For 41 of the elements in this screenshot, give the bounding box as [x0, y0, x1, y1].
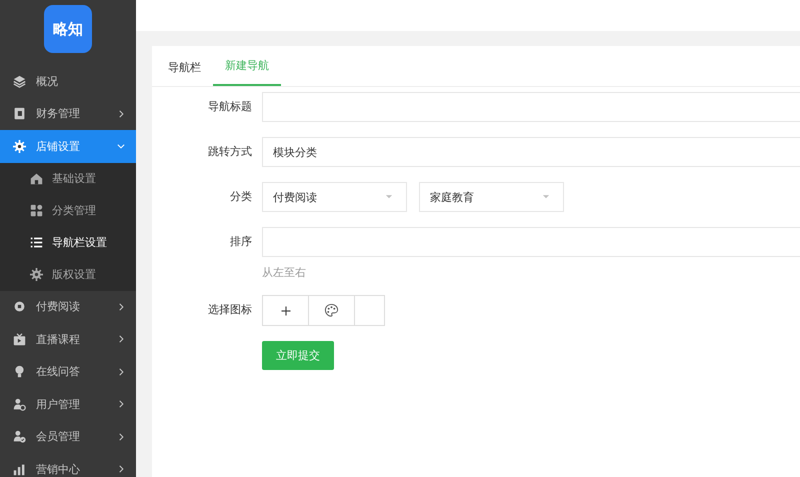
book-icon	[13, 107, 26, 120]
house-icon	[30, 172, 43, 185]
coin-icon	[13, 300, 26, 314]
sidebar-subitem[interactable]: 版权设置	[0, 258, 136, 290]
sidebar-item[interactable]: 财务管理	[0, 98, 136, 130]
tab[interactable]: 导航栏	[156, 54, 213, 86]
list-icon	[30, 236, 43, 249]
lightbulb-icon	[13, 365, 26, 378]
sidebar-item[interactable]: 用户管理	[0, 388, 136, 420]
sidebar-item[interactable]: 概况	[0, 65, 136, 98]
sidebar-item[interactable]: 在线问答	[0, 356, 136, 388]
grid-icon	[30, 204, 43, 217]
sidebar-subitem[interactable]: 分类管理	[0, 194, 136, 226]
sidebar-item[interactable]: 营销中心	[0, 453, 136, 477]
input-field[interactable]	[262, 227, 800, 257]
user-icon	[13, 398, 26, 411]
layers-icon	[13, 74, 26, 88]
sidebar-subitem[interactable]: 基础设置	[0, 162, 136, 194]
hint-text: 从左至右	[262, 266, 307, 280]
settings-icon	[30, 268, 43, 281]
sidebar-item[interactable]: 会员管理	[0, 420, 136, 453]
field-label: 导航标题	[207, 99, 253, 115]
sidebar-item[interactable]: 店铺设置	[0, 130, 136, 162]
select-field[interactable]: 家庭教育	[419, 182, 564, 212]
sidebar-subitem[interactable]: 导航栏设置	[0, 226, 136, 258]
field-label: 选择图标	[207, 302, 253, 318]
tv-icon	[13, 332, 26, 346]
logo: 略知	[44, 5, 92, 53]
field-label: 排序	[229, 234, 253, 250]
input-field[interactable]	[262, 92, 800, 122]
input-field[interactable]: 模块分类	[262, 137, 800, 167]
sidebar-item[interactable]: 付费阅读	[0, 290, 136, 323]
sidebar-item[interactable]: 直播课程	[0, 323, 136, 356]
palette-icon	[324, 303, 339, 318]
select-field[interactable]: 付费阅读	[262, 182, 407, 212]
field-label: 跳转方式	[207, 144, 253, 160]
user-check-icon	[13, 430, 26, 444]
plus-icon	[280, 304, 292, 316]
bar-chart-icon	[13, 462, 26, 476]
settings-icon	[13, 140, 26, 153]
field-label: 分类	[229, 189, 253, 205]
